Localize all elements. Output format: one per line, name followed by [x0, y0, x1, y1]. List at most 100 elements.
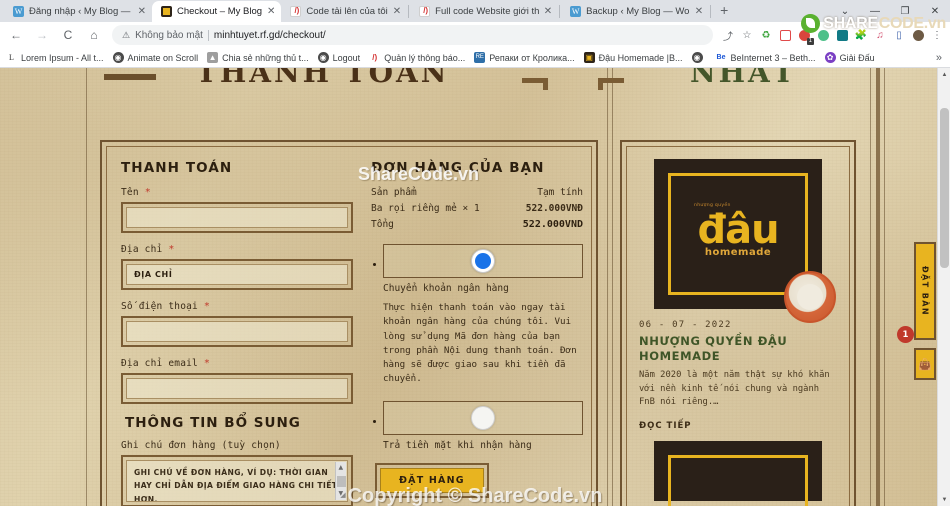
address-input[interactable]: ĐỊA CHỈ	[126, 264, 348, 285]
new-tab-button[interactable]: +	[712, 2, 736, 20]
radio-unselected-icon[interactable]	[471, 405, 495, 430]
scroll-down-icon[interactable]: ▼	[938, 493, 950, 506]
phone-input[interactable]	[126, 321, 348, 342]
radio-selected-icon[interactable]	[471, 249, 495, 273]
page-title: THANH TOÁN	[196, 68, 450, 89]
order-button-frame: ĐẶT HÀNG	[375, 462, 489, 498]
bookmark-item-5[interactable]: RE Репаки от Кролика...	[474, 52, 575, 63]
resize-grip-icon[interactable]: ◢	[340, 489, 346, 501]
field-label: Địa chỉ *	[121, 244, 175, 255]
tab-title: Code tải lên của tôi	[306, 6, 388, 17]
bookmark-favicon: ◉	[691, 52, 703, 63]
tab-search-icon[interactable]: ⌄	[830, 6, 860, 17]
page-title-secondary: NHẤT	[690, 68, 797, 89]
adblock-badge: 1	[806, 38, 814, 45]
music-playlist-icon[interactable]: ♫	[871, 26, 889, 44]
back-icon[interactable]: ←	[4, 23, 28, 47]
tab-close-icon[interactable]: ✕	[544, 6, 552, 17]
page-scroll-thumb[interactable]	[940, 108, 949, 268]
browser-tab-3[interactable]: Full code Website giới thiệu ✕	[410, 1, 558, 22]
scroll-up-icon[interactable]: ▲	[338, 463, 343, 474]
order-note-textarea[interactable]: GHI CHÚ VỀ ĐƠN HÀNG, VÍ DỤ: THỜI GIAN HA…	[126, 460, 348, 502]
decorative-rule	[86, 68, 87, 506]
minimize-button[interactable]: —	[860, 6, 890, 17]
total-amount: 522.000VND	[522, 219, 583, 230]
close-window-button[interactable]: ✕	[920, 6, 950, 17]
profile-avatar-icon[interactable]	[909, 26, 927, 44]
bookmark-item-0[interactable]: L Lorem Ipsum - All t...	[6, 52, 104, 63]
article-title[interactable]: NHƯỢNG QUYỀN ĐẬU HOMEMADE	[639, 334, 837, 364]
required-marker: *	[168, 244, 175, 255]
bookmark-item-2[interactable]: ▲ Chia sẻ những thủ t...	[207, 52, 309, 63]
next-article-thumbnail[interactable]	[654, 440, 822, 506]
extensions-puzzle-icon[interactable]: 🧩	[852, 26, 870, 44]
bookmark-label: Logout	[332, 52, 361, 63]
payment-bank-radio-box[interactable]	[383, 244, 583, 278]
place-order-button[interactable]: ĐẶT HÀNG	[380, 467, 484, 493]
name-input[interactable]	[126, 207, 348, 228]
bookmark-item-7[interactable]: ◉	[691, 52, 707, 63]
browser-tab-0[interactable]: W Đăng nhập ‹ My Blog — Wor ✕	[4, 1, 152, 22]
page-scrollbar[interactable]: ▲ ▼	[937, 68, 950, 506]
input-frame: ĐỊA CHỈ	[121, 259, 353, 290]
order-line-item: Ba rọi riềng mẻ × 1 522.000VNĐ	[371, 203, 583, 214]
tab-divider	[408, 4, 410, 18]
tab-close-icon[interactable]: ✕	[695, 6, 703, 17]
input-frame	[121, 202, 353, 233]
forward-icon[interactable]: →	[30, 23, 54, 47]
bookmark-item-3[interactable]: ◉ Logout	[317, 52, 361, 63]
input-frame	[121, 316, 353, 347]
tab-strip: W Đăng nhập ‹ My Blog — Wor ✕ Checkout –…	[0, 0, 950, 22]
article-excerpt: Năm 2020 là một năm thật sự khó khăn với…	[639, 370, 830, 407]
tab-close-icon[interactable]: ✕	[393, 6, 401, 17]
maximize-button[interactable]: ❐	[890, 6, 920, 17]
bookmark-label: Đậu Homemade |B...	[598, 52, 683, 63]
star-icon[interactable]: ☆	[738, 26, 756, 44]
bookmark-favicon: RE	[474, 52, 486, 63]
share-icon[interactable]: ⤴	[719, 26, 737, 44]
email-input[interactable]	[126, 378, 348, 399]
page-title-row: THANH TOÁN NHẤT	[0, 68, 950, 92]
payment-bank-label: Chuyển khoản ngân hàng	[383, 283, 509, 294]
teal-extension-icon[interactable]	[833, 26, 851, 44]
address-bar[interactable]: ⚠ Không bảo mật minhtuyet.rf.gd/checkout…	[112, 25, 713, 45]
cart-tab[interactable]: 👜	[914, 348, 936, 380]
order-heading: ĐƠN HÀNG CỦA BẠN	[371, 160, 545, 176]
grammar-icon[interactable]	[814, 26, 832, 44]
reading-list-icon[interactable]: ▯	[890, 26, 908, 44]
required-marker: *	[203, 358, 211, 369]
video-downloader-icon[interactable]	[776, 26, 794, 44]
adblock-icon[interactable]: 1	[795, 26, 814, 45]
payment-cod-radio-box[interactable]	[383, 400, 583, 435]
field-email: Địa chỉ email *	[121, 358, 353, 404]
col-product-label: Sản phẩm	[371, 187, 417, 198]
scroll-up-icon[interactable]: ▲	[938, 68, 950, 81]
field-address: Địa chỉ * ĐỊA CHỈ	[121, 244, 353, 290]
bookmark-item-8[interactable]: Be BeInternet 3 – Beth...	[715, 52, 816, 63]
decorative-rule	[876, 68, 880, 506]
bookmark-item-1[interactable]: ◉ Animate on Scroll	[112, 52, 198, 63]
three-dot-menu-icon[interactable]: ⋮	[928, 26, 946, 44]
browser-tab-1[interactable]: Checkout – My Blog ✕	[152, 1, 282, 22]
order-total-row: Tổng 522.000VND	[371, 219, 583, 230]
tab-close-icon[interactable]: ✕	[138, 6, 146, 17]
wordpress-icon: W	[570, 6, 582, 17]
browser-tab-2[interactable]: Code tải lên của tôi ✕	[281, 1, 407, 22]
tab-close-icon[interactable]: ✕	[267, 6, 275, 17]
bookmark-item-6[interactable]: ▣ Đậu Homemade |B...	[583, 52, 683, 63]
home-icon[interactable]: ⌂	[82, 23, 106, 47]
decorative-rule	[612, 68, 613, 506]
scroll-thumb[interactable]	[336, 475, 346, 487]
order-note-text: GHI CHÚ VỀ ĐƠN HÀNG, VÍ DỤ: THỜI GIAN HA…	[134, 468, 338, 502]
reload-icon[interactable]: C	[56, 23, 80, 47]
read-more-link[interactable]: ĐỌC TIẾP	[639, 421, 837, 431]
bookmarks-overflow-icon[interactable]: »	[936, 52, 944, 64]
bookmark-item-9[interactable]: ✿ Giải Đấu	[824, 52, 875, 63]
recycle-icon[interactable]: ♻	[757, 26, 775, 44]
bookmark-item-4[interactable]: /) Quản lý thông báo...	[369, 52, 465, 63]
checkout-panel-inner: THANH TOÁN Tên * Địa chỉ * ĐỊA CHỈ Số đi…	[106, 146, 592, 506]
decorative-rule	[870, 68, 871, 506]
article-thumbnail[interactable]: nhượng quyền đâu homemade	[654, 159, 836, 323]
book-table-tab[interactable]: ĐẶT BÀN	[914, 242, 936, 340]
browser-tab-4[interactable]: W Backup ‹ My Blog — WordPr ✕	[561, 1, 709, 22]
